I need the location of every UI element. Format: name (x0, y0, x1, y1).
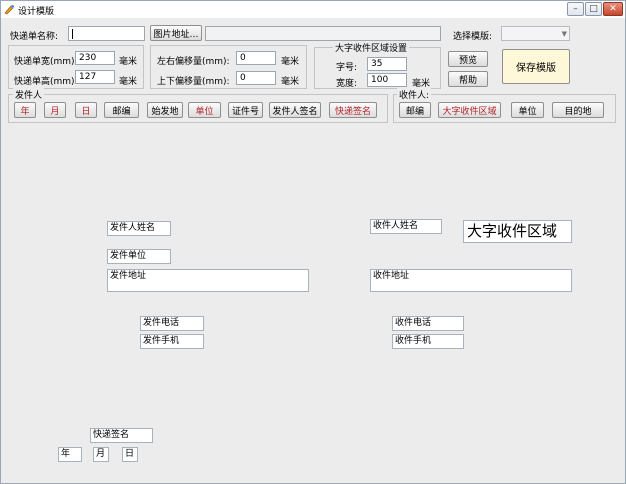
sender-origin-button[interactable]: 始发地 (147, 102, 183, 118)
receiver-postcode-button[interactable]: 邮编 (399, 102, 431, 118)
sender-id-number-button[interactable]: 证件号 (228, 102, 263, 118)
big-receiver-area-field[interactable]: 大字收件区域 (463, 220, 572, 243)
sender-month-button[interactable]: 月 (44, 102, 66, 118)
ud-offset-label: 上下偏移量(mm): (157, 77, 230, 87)
chevron-down-icon: ▼ (561, 30, 567, 38)
form-name-input[interactable] (68, 26, 145, 41)
height-label: 快递单高(mm): (14, 77, 78, 87)
sender-postcode-button[interactable]: 邮编 (104, 102, 139, 118)
sender-mobile-field[interactable]: 发件手机 (140, 334, 204, 349)
month-field[interactable]: 月 (93, 447, 109, 462)
width-unit: 毫米 (119, 57, 138, 67)
lr-offset-unit: 毫米 (281, 57, 300, 67)
ud-offset-unit: 毫米 (281, 77, 300, 87)
image-path-button[interactable]: 图片地址… (150, 25, 202, 41)
height-input[interactable]: 127 (75, 70, 115, 84)
area-width-label: 宽度: (336, 79, 358, 89)
close-button[interactable]: ✕ (603, 2, 623, 16)
form-name-label: 快递单名称: (10, 32, 59, 42)
lr-offset-input[interactable]: 0 (236, 51, 276, 65)
ud-offset-input[interactable]: 0 (236, 71, 276, 85)
sender-address-field[interactable]: 发件地址 (107, 269, 309, 292)
sender-year-button[interactable]: 年 (14, 102, 36, 118)
sender-name-field[interactable]: 发件人姓名 (107, 221, 171, 236)
minimize-button[interactable]: – (567, 2, 584, 16)
image-path-field[interactable] (205, 26, 441, 41)
day-field[interactable]: 日 (122, 447, 138, 462)
sender-day-button[interactable]: 日 (75, 102, 97, 118)
courier-signature-button[interactable]: 快递签名 (329, 102, 377, 118)
height-unit: 毫米 (119, 77, 138, 87)
font-size-input[interactable]: 35 (367, 57, 407, 71)
maximize-button[interactable]: □ (585, 2, 602, 16)
receiver-address-field[interactable]: 收件地址 (370, 269, 572, 292)
year-field[interactable]: 年 (58, 447, 82, 462)
receiver-company-button[interactable]: 单位 (511, 102, 544, 118)
sender-group-title: 发件人 (13, 88, 45, 101)
lr-offset-label: 左右偏移量(mm): (157, 57, 230, 67)
big-receiver-area-button[interactable]: 大字收件区域 (438, 102, 501, 118)
design-template-window: 设计模版 – □ ✕ 快递单名称: 图片地址… 选择模版: ▼ 快递单宽(mm)… (0, 0, 626, 484)
width-label: 快递单宽(mm): (14, 57, 78, 67)
receiver-destination-button[interactable]: 目的地 (552, 102, 604, 118)
help-button[interactable]: 帮助 (448, 71, 488, 87)
area-width-input[interactable]: 100 (367, 73, 407, 87)
window-title: 设计模版 (18, 7, 55, 17)
template-select[interactable]: ▼ (501, 26, 570, 41)
sender-phone-field[interactable]: 发件电话 (140, 316, 204, 331)
sender-company-field[interactable]: 发件单位 (107, 249, 171, 264)
sender-signature-button[interactable]: 发件人签名 (269, 102, 321, 118)
receiver-phone-field[interactable]: 收件电话 (392, 316, 464, 331)
receiver-name-field[interactable]: 收件人姓名 (370, 219, 442, 234)
big-area-group-title: 大字收件区域设置 (333, 41, 410, 54)
preview-button[interactable]: 预览 (448, 51, 488, 67)
save-template-button[interactable]: 保存模版 (502, 49, 570, 84)
receiver-group-title: 收件人: (397, 88, 432, 101)
template-select-label: 选择模版: (453, 32, 493, 42)
title-bar: 设计模版 – □ ✕ (1, 1, 625, 18)
courier-signature-field[interactable]: 快递签名 (90, 428, 153, 443)
text-cursor (72, 29, 73, 39)
font-size-label: 字号: (336, 63, 358, 73)
sender-company-button[interactable]: 单位 (188, 102, 221, 118)
app-icon (4, 5, 14, 15)
receiver-mobile-field[interactable]: 收件手机 (392, 334, 464, 349)
width-input[interactable]: 230 (75, 51, 115, 65)
